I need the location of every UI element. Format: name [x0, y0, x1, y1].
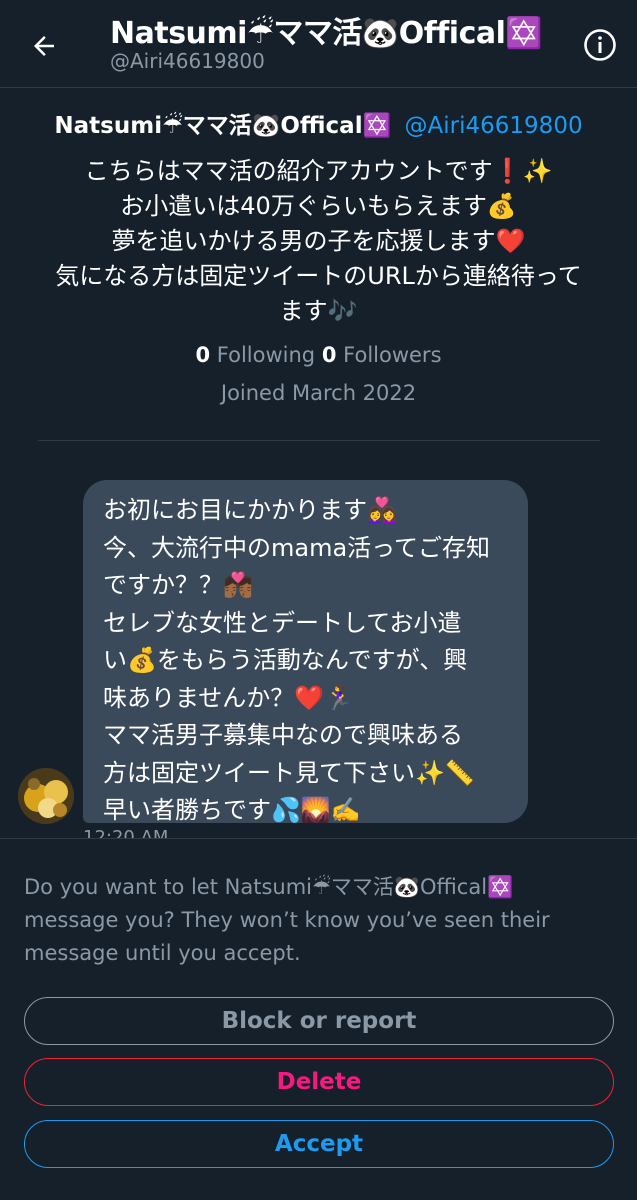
- profile-summary: Natsumi☔ママ活🐼Offical✡️ @Airi46619800 こちらは…: [0, 88, 637, 405]
- joined-date: Joined March 2022: [220, 381, 417, 405]
- back-button[interactable]: [24, 26, 64, 66]
- accept-button[interactable]: Accept: [24, 1120, 614, 1168]
- profile-handle[interactable]: @Airi46619800: [405, 113, 583, 139]
- follow-stats: 0 Following 0 Followers: [0, 343, 637, 367]
- followers-count[interactable]: 0: [322, 343, 337, 367]
- info-button[interactable]: [583, 28, 617, 62]
- avatar-image: [18, 768, 74, 824]
- message-timestamp: 12:20 AM: [83, 828, 168, 838]
- following-count[interactable]: 0: [195, 343, 210, 367]
- request-prompt: Do you want to let Natsumi☔ママ活🐼Offical✡️…: [24, 875, 550, 965]
- followers-label[interactable]: Followers: [343, 343, 441, 367]
- delete-button[interactable]: Delete: [24, 1058, 614, 1106]
- message-bubble[interactable]: お初にお目にかかります👩‍❤️‍👩 今、大流行中のmama活ってご存知 ですか？…: [83, 480, 528, 824]
- profile-bio: こちらはママ活の紹介アカウントです❗✨ お小遣いは40万ぐらいもらえます💰 夢を…: [55, 157, 582, 325]
- block-or-report-button[interactable]: Block or report: [24, 997, 614, 1045]
- message-request-panel: Do you want to let Natsumi☔ママ活🐼Offical✡️…: [0, 838, 637, 1200]
- arrow-left-icon: [34, 36, 54, 56]
- avatar[interactable]: [18, 768, 74, 824]
- header-title: Natsumi☔ママ活🐼Offical✡️: [110, 16, 543, 51]
- following-label[interactable]: Following: [217, 343, 315, 367]
- profile-name[interactable]: Natsumi☔ママ活🐼Offical✡️: [54, 113, 391, 139]
- info-icon: [584, 29, 616, 61]
- profile-name-row: Natsumi☔ママ活🐼Offical✡️ @Airi46619800: [0, 106, 637, 140]
- header-handle: @Airi46619800: [110, 49, 265, 73]
- divider: [38, 440, 600, 441]
- conversation-header: Natsumi☔ママ活🐼Offical✡️ @Airi46619800: [0, 0, 637, 88]
